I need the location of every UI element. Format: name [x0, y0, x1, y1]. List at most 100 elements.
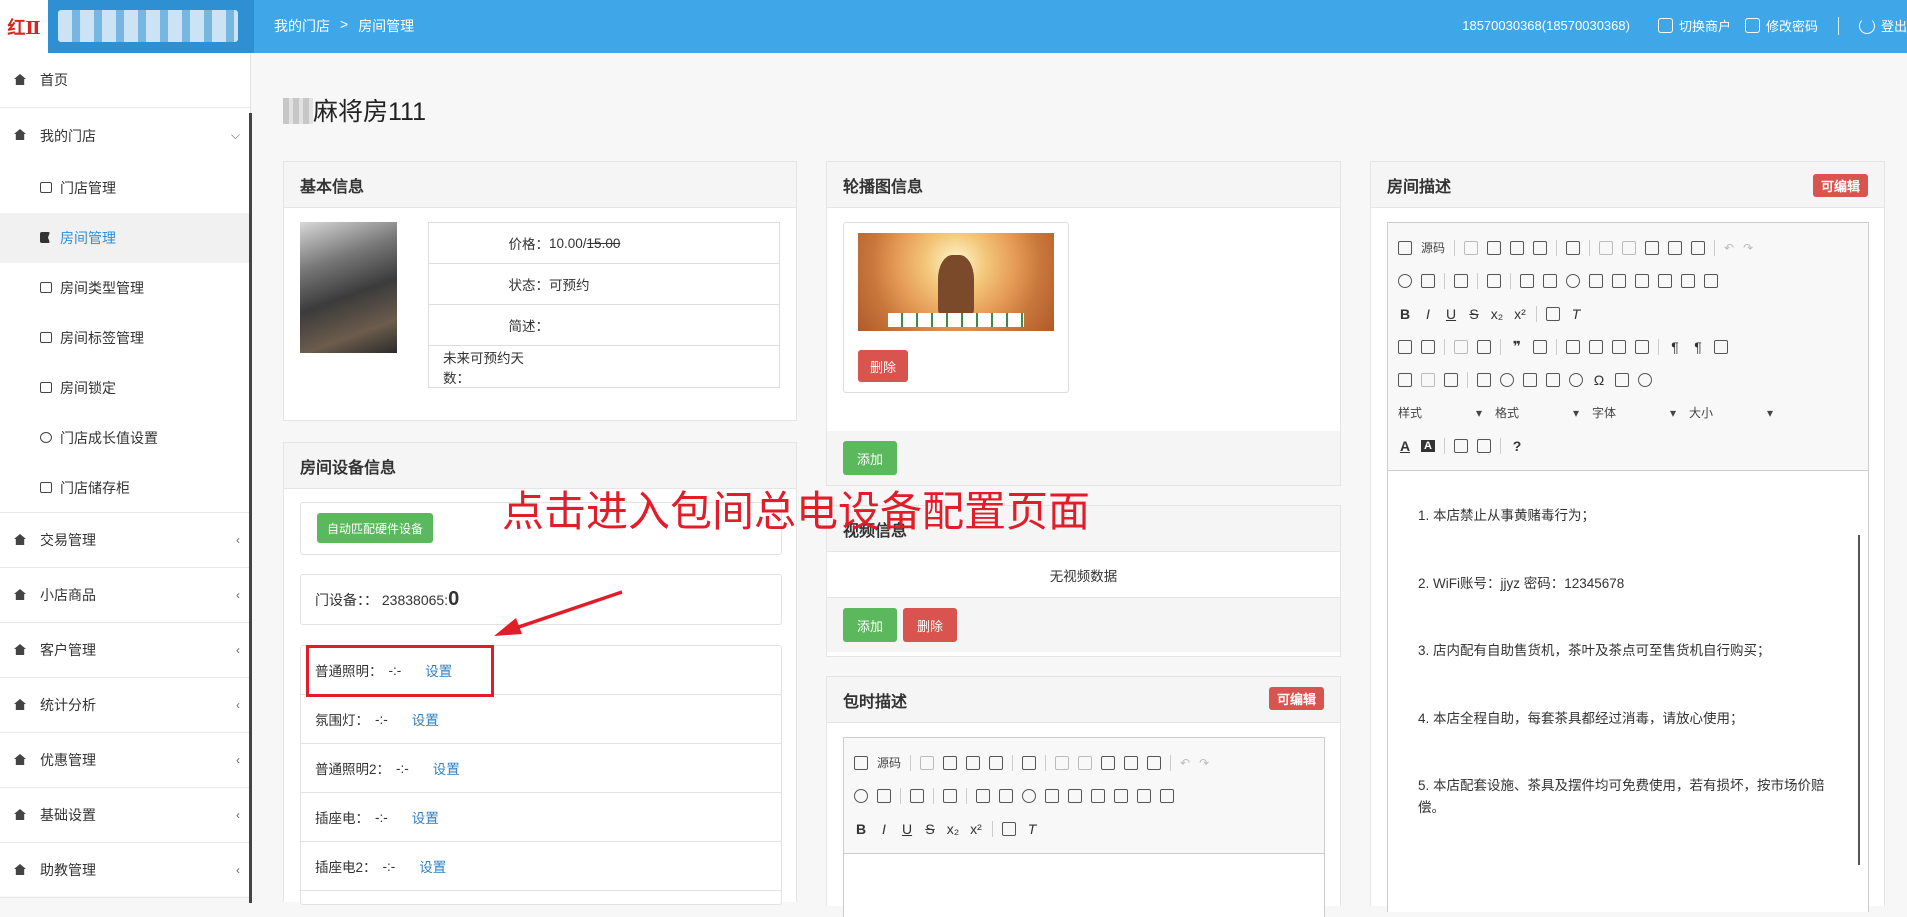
- button-icon[interactable]: [1658, 273, 1672, 288]
- redo-icon[interactable]: ↷: [1199, 756, 1209, 770]
- show-blocks-icon[interactable]: [1477, 438, 1491, 453]
- language-icon[interactable]: [1714, 339, 1728, 354]
- source-icon[interactable]: [854, 755, 868, 770]
- sidebar-item-shop-goods[interactable]: 小店商品 ‹: [0, 568, 250, 623]
- logout-button[interactable]: 登出: [1858, 16, 1907, 35]
- breadcrumb-store[interactable]: 我的门店: [274, 16, 330, 36]
- textfield-icon[interactable]: [1589, 273, 1603, 288]
- source-label[interactable]: 源码: [1421, 239, 1445, 256]
- sidebar-item-basic-settings[interactable]: 基础设置 ‹: [0, 788, 250, 843]
- bulleted-list-icon[interactable]: [1421, 339, 1435, 354]
- sidebar-item-customers[interactable]: 客户管理 ‹: [0, 623, 250, 678]
- align-center-icon[interactable]: [1589, 339, 1603, 354]
- auto-match-button[interactable]: 自动匹配硬件设备: [317, 513, 434, 543]
- iframe-icon[interactable]: [1638, 372, 1652, 387]
- spellcheck-icon[interactable]: [1487, 273, 1501, 288]
- copy-format-icon[interactable]: [1002, 821, 1016, 836]
- sidebar-subitem-locker[interactable]: 门店储存柜: [0, 463, 250, 513]
- form-icon[interactable]: [1520, 273, 1534, 288]
- image-icon[interactable]: [1477, 372, 1491, 387]
- source-label[interactable]: 源码: [877, 754, 901, 771]
- cut-icon[interactable]: [1599, 240, 1614, 255]
- copy-icon[interactable]: [1622, 240, 1637, 255]
- sidebar-subitem-room-management[interactable]: 房间管理: [0, 213, 250, 263]
- textfield-icon[interactable]: [1045, 788, 1059, 803]
- source-icon[interactable]: [1398, 240, 1412, 255]
- logo-area[interactable]: 红Ⅱ: [0, 0, 254, 53]
- textarea-icon[interactable]: [1068, 788, 1082, 803]
- justify-icon[interactable]: [1635, 339, 1649, 354]
- preview-icon[interactable]: [1510, 240, 1525, 255]
- checkbox-icon[interactable]: [1543, 273, 1557, 288]
- sidebar-subitem-store-management[interactable]: 门店管理: [0, 163, 250, 213]
- carousel-image[interactable]: [858, 233, 1054, 331]
- subscript-icon[interactable]: x₂: [1490, 306, 1504, 322]
- numbered-list-icon[interactable]: [1398, 339, 1412, 354]
- size-dropdown[interactable]: 大小 ▾: [1689, 402, 1777, 424]
- find-icon[interactable]: [1398, 273, 1412, 288]
- device-setting-link[interactable]: 设置: [412, 807, 439, 827]
- underline-icon[interactable]: U: [900, 821, 914, 837]
- style-dropdown[interactable]: 样式 ▾: [1398, 402, 1486, 424]
- ltr-icon[interactable]: ¶: [1668, 339, 1682, 355]
- template-icon[interactable]: [1566, 240, 1581, 255]
- save-icon[interactable]: [920, 755, 935, 770]
- button-icon[interactable]: [1114, 788, 1128, 803]
- preview-icon[interactable]: [966, 755, 981, 770]
- text-color-icon[interactable]: A: [1398, 438, 1412, 454]
- sidebar-item-statistics[interactable]: 统计分析 ‹: [0, 678, 250, 733]
- subscript-icon[interactable]: x₂: [946, 821, 960, 837]
- paste-word-icon[interactable]: [1147, 755, 1162, 770]
- paste-text-icon[interactable]: [1668, 240, 1683, 255]
- print-icon[interactable]: [1533, 240, 1548, 255]
- sidebar-item-promotions[interactable]: 优惠管理 ‹: [0, 733, 250, 788]
- unlink-icon[interactable]: [1421, 372, 1435, 387]
- paste-icon[interactable]: [1101, 755, 1116, 770]
- new-page-icon[interactable]: [1487, 240, 1502, 255]
- page-break-icon[interactable]: [1615, 372, 1629, 387]
- device-setting-link[interactable]: 设置: [433, 758, 460, 778]
- spellcheck-icon[interactable]: [943, 788, 957, 803]
- video-add-button[interactable]: 添加: [843, 608, 898, 642]
- copy-icon[interactable]: [1078, 755, 1093, 770]
- room-desc-content[interactable]: 1. 本店禁止从事黄赌毒行为； 2. WiFi账号：jjyz 密码：123456…: [1388, 471, 1868, 853]
- sidebar-subitem-growth[interactable]: 门店成长值设置: [0, 413, 250, 463]
- device-setting-link[interactable]: 设置: [419, 856, 446, 876]
- underline-icon[interactable]: U: [1444, 306, 1458, 322]
- flash-icon[interactable]: [1500, 372, 1514, 387]
- image-button-icon[interactable]: [1137, 788, 1151, 803]
- font-dropdown[interactable]: 字体 ▾: [1592, 402, 1680, 424]
- sidebar-subitem-room-type[interactable]: 房间类型管理: [0, 263, 250, 313]
- undo-icon[interactable]: ↶: [1724, 241, 1734, 255]
- sidebar-subitem-room-lock[interactable]: 房间锁定: [0, 363, 250, 413]
- video-delete-button[interactable]: 删除: [903, 608, 958, 642]
- bg-color-icon[interactable]: A: [1421, 439, 1435, 452]
- indent-icon[interactable]: [1477, 339, 1491, 354]
- select-icon[interactable]: [1635, 273, 1649, 288]
- bold-icon[interactable]: B: [854, 821, 868, 837]
- link-icon[interactable]: [1398, 372, 1412, 387]
- save-icon[interactable]: [1464, 240, 1479, 255]
- select-all-icon[interactable]: [910, 788, 924, 803]
- superscript-icon[interactable]: x²: [969, 821, 983, 837]
- strike-icon[interactable]: S: [923, 821, 937, 837]
- replace-icon[interactable]: [877, 788, 891, 803]
- editor-scrollbar[interactable]: [1858, 535, 1860, 865]
- image-button-icon[interactable]: [1681, 273, 1695, 288]
- print-icon[interactable]: [989, 755, 1004, 770]
- sidebar-subitem-room-tag[interactable]: 房间标签管理: [0, 313, 250, 363]
- sidebar-item-transactions[interactable]: 交易管理 ‹: [0, 513, 250, 568]
- rtl-icon[interactable]: ¶: [1691, 339, 1705, 355]
- redo-icon[interactable]: ↷: [1743, 241, 1753, 255]
- textarea-icon[interactable]: [1612, 273, 1626, 288]
- outdent-icon[interactable]: [1454, 339, 1468, 354]
- carousel-add-button[interactable]: 添加: [843, 441, 898, 475]
- radio-icon[interactable]: [1566, 273, 1580, 288]
- special-char-icon[interactable]: Ω: [1592, 372, 1606, 388]
- select-icon[interactable]: [1091, 788, 1105, 803]
- paste-icon[interactable]: [1645, 240, 1660, 255]
- anchor-flag-icon[interactable]: [1444, 372, 1458, 387]
- table-icon[interactable]: [1523, 372, 1537, 387]
- switch-merchant-button[interactable]: 切换商户: [1657, 16, 1731, 35]
- sidebar-scrollbar[interactable]: [249, 113, 252, 903]
